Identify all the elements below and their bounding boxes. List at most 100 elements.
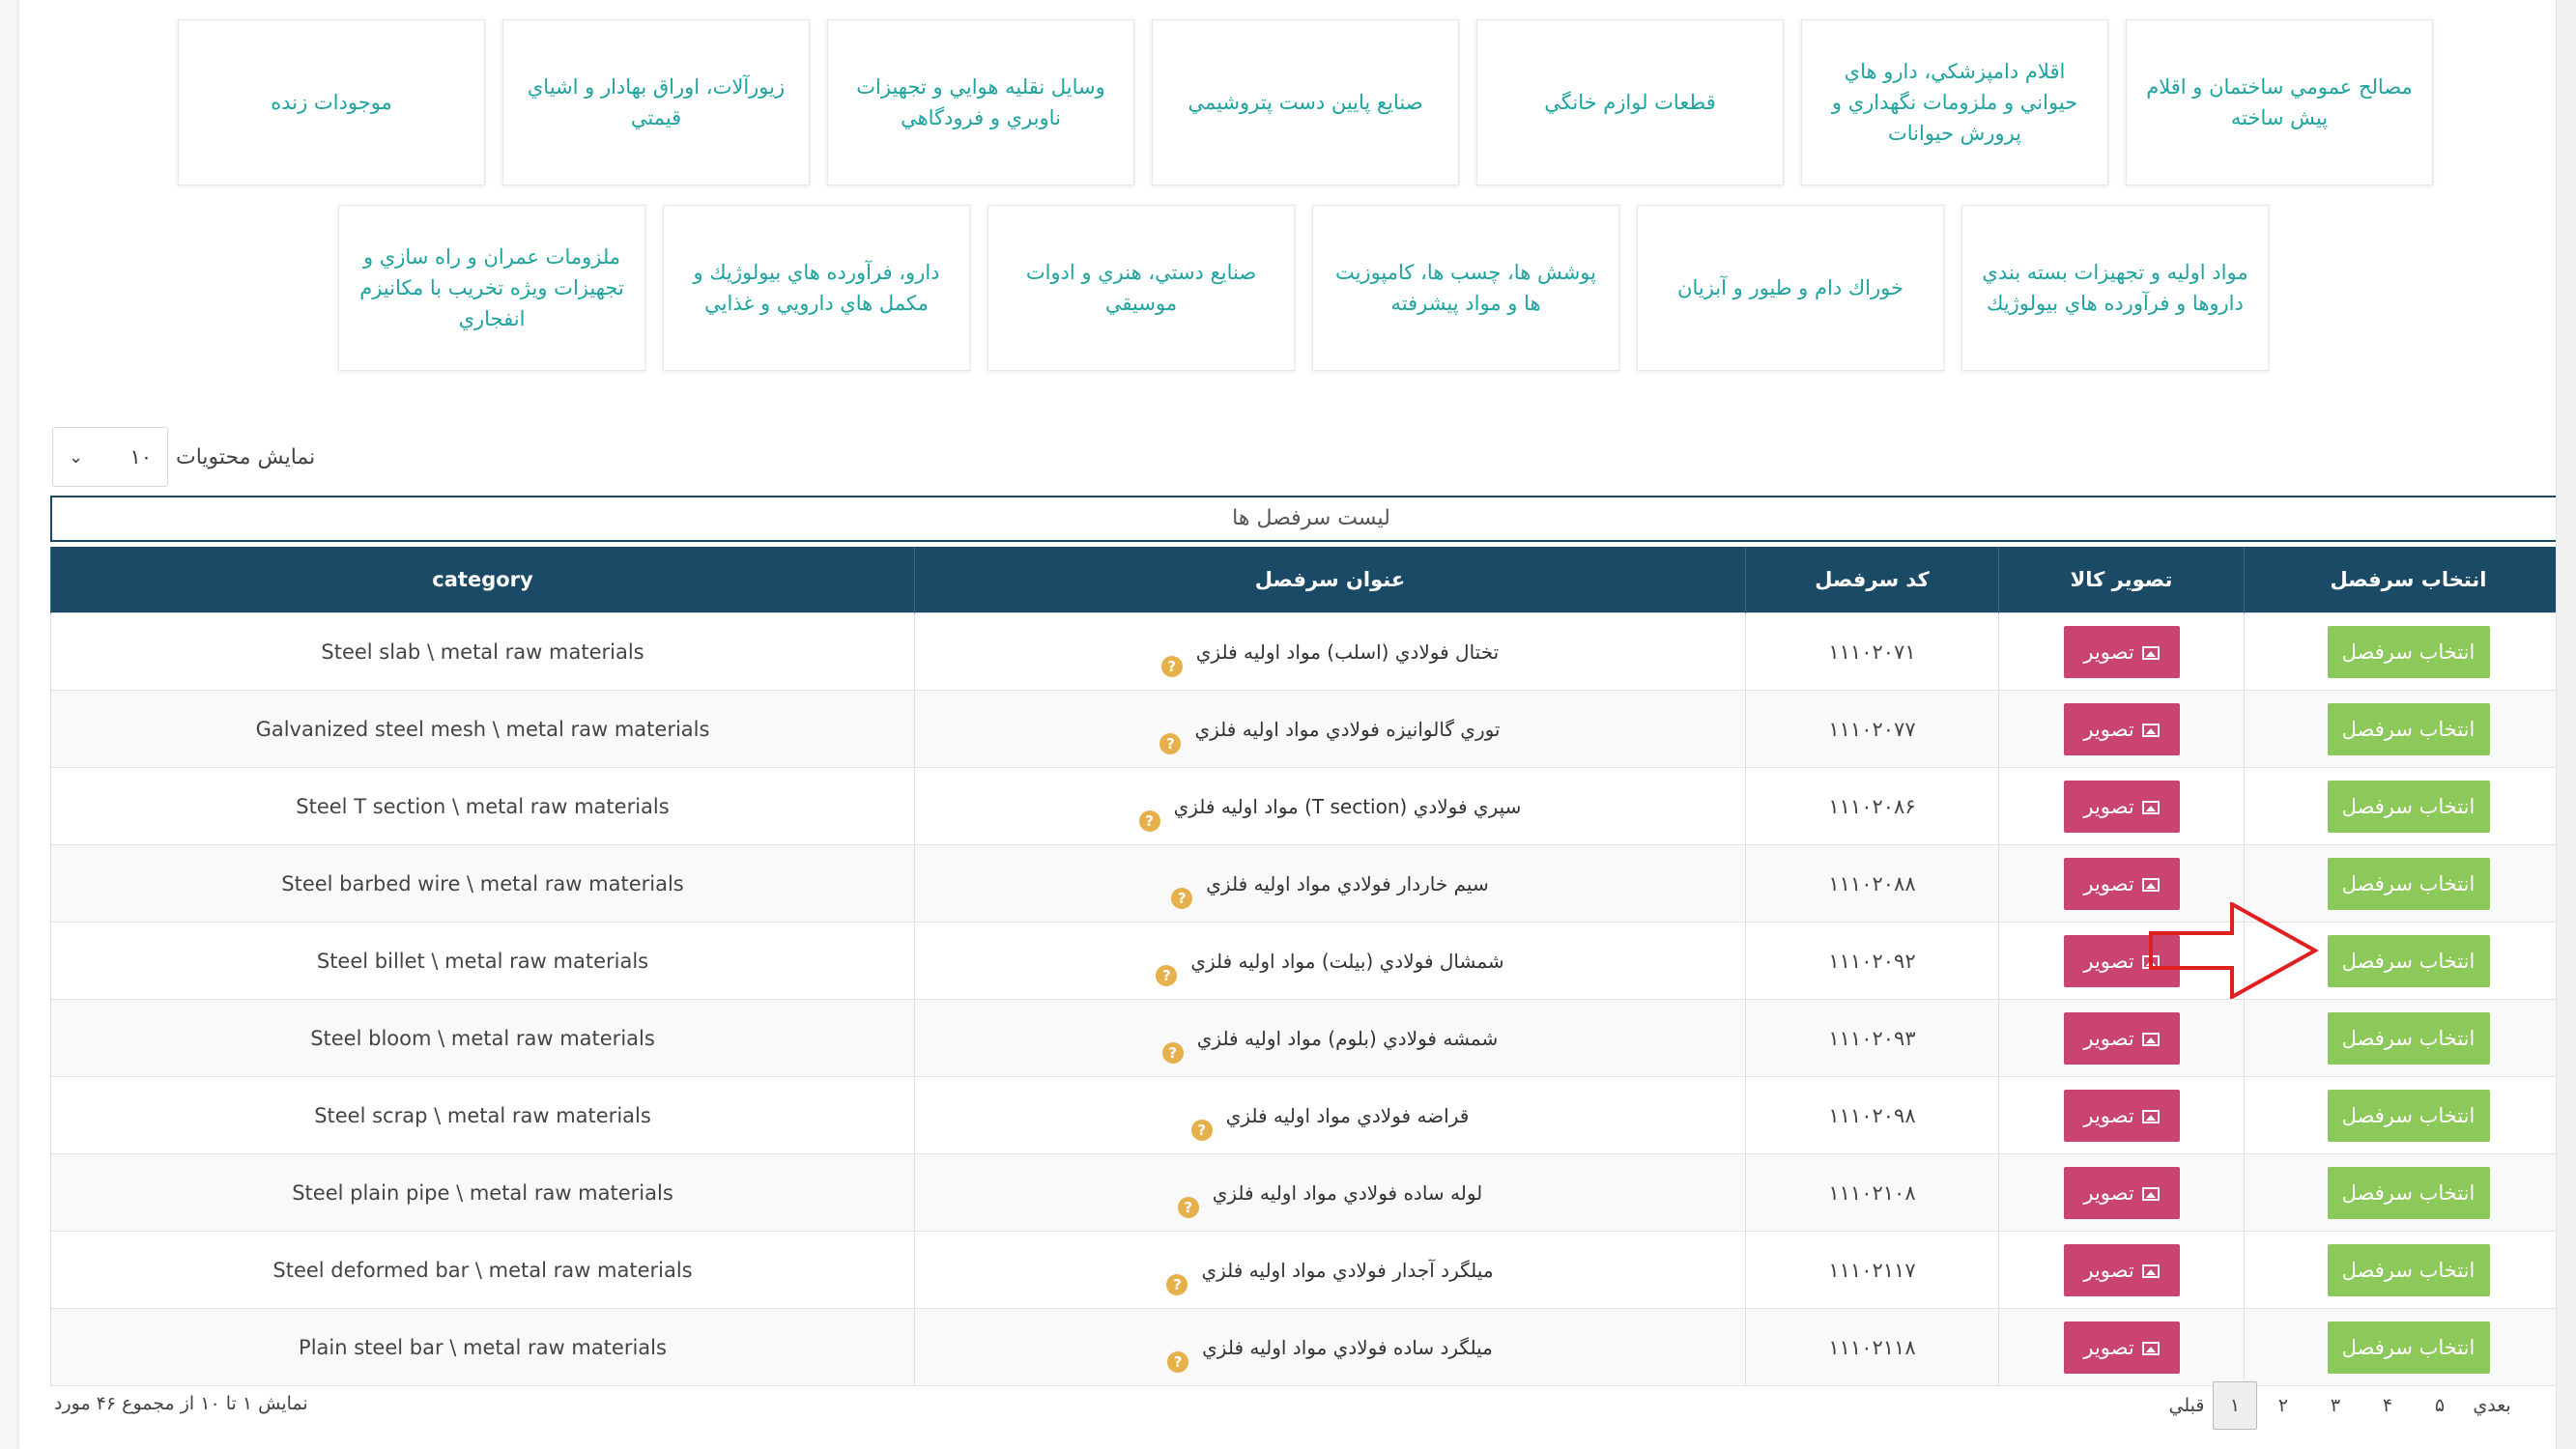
heading-code: ۱۱۱۰۲۰۷۱ (1745, 612, 1999, 691)
select-cell: انتخاب سرفصل (2244, 999, 2573, 1077)
select-heading-button[interactable]: انتخاب سرفصل (2327, 1243, 2490, 1296)
picture-icon (2141, 723, 2160, 737)
category-link[interactable]: موجودات زنده (271, 87, 392, 118)
help-icon[interactable]: ? (1177, 1196, 1199, 1218)
help-icon[interactable]: ? (1159, 732, 1182, 754)
category-link[interactable]: مواد اوليه و تجهيزات بسته بندي داروها و … (1974, 257, 2256, 319)
select-heading-button[interactable]: انتخاب سرفصل (2327, 1166, 2490, 1219)
vertical-scrollbar[interactable] (2556, 0, 2576, 1449)
select-heading-button[interactable]: انتخاب سرفصل (2327, 1321, 2490, 1374)
select-heading-button[interactable]: انتخاب سرفصل (2327, 702, 2490, 755)
heading-title: شمشال فولادي (بيلت) مواد اوليه فلزي (1190, 949, 1504, 973)
category-card[interactable]: قطعات لوازم خانگي (1476, 19, 1784, 185)
image-cell: تصوير (1998, 1153, 2245, 1232)
select-heading-button[interactable]: انتخاب سرفصل (2327, 780, 2490, 833)
heading-code: ۱۱۱۰۲۰۹۸ (1745, 1076, 1999, 1154)
category-card[interactable]: وسايل نقليه هوايي و تجهيزات ناوبري و فرو… (827, 19, 1134, 185)
picture-icon (2141, 1109, 2160, 1123)
help-icon[interactable]: ? (1156, 964, 1178, 986)
picture-icon (2141, 1341, 2160, 1355)
picture-icon (2141, 1264, 2160, 1278)
category-link[interactable]: پوشش ها، چسب ها، كامپوزيت ها و مواد پيشر… (1325, 257, 1607, 319)
category-cell: Steel slab \ metal raw materials (50, 612, 915, 691)
select-cell: انتخاب سرفصل (2244, 1076, 2573, 1154)
product-image-button[interactable]: تصوير (2063, 1089, 2180, 1142)
pagination-page[interactable]: ۴ (2361, 1382, 2414, 1429)
help-icon[interactable]: ? (1167, 1350, 1189, 1373)
heading-code: ۱۱۱۰۲۰۸۶ (1745, 767, 1999, 845)
category-card[interactable]: دارو، فرآورده هاي بيولوژيك و مكمل هاي دا… (663, 205, 970, 371)
category-card[interactable]: مصالح عمومي ساختمان و اقلام پيش ساخته (2126, 19, 2433, 185)
image-cell: تصوير (1998, 999, 2245, 1077)
table-row: انتخاب سرفصل تصوير ۱۱۱۰۲۰۹۸ قراضه فولادي مو… (50, 1076, 2573, 1154)
category-card[interactable]: صنايع دستي، هنري و ادوات موسيقي (987, 205, 1295, 371)
category-link[interactable]: زيورآلات، اوراق بهادار و اشياي قيمتي (515, 71, 797, 133)
product-image-button[interactable]: تصوير (2063, 1166, 2180, 1219)
image-cell: تصوير (1998, 690, 2245, 768)
pagination-previous[interactable]: قبلي (2161, 1382, 2213, 1429)
select-heading-button[interactable]: انتخاب سرفصل (2327, 1089, 2490, 1142)
product-image-label: تصوير (2083, 871, 2134, 895)
category-link[interactable]: خوراك دام و طيور و آبزيان (1677, 272, 1903, 303)
category-cell: Steel T section \ metal raw materials (50, 767, 915, 845)
pagination-page[interactable]: ۳ (2309, 1382, 2361, 1429)
product-image-button[interactable]: تصوير (2063, 1243, 2180, 1296)
pagination-page[interactable]: ۵ (2414, 1382, 2466, 1429)
product-image-label: تصوير (2083, 717, 2134, 741)
header-select: انتخاب سرفصل (2244, 547, 2573, 613)
help-icon[interactable]: ? (1160, 655, 1183, 677)
help-icon[interactable]: ? (1166, 1273, 1188, 1295)
select-heading-button[interactable]: انتخاب سرفصل (2327, 1011, 2490, 1065)
category-card[interactable]: مواد اوليه و تجهيزات بسته بندي داروها و … (1961, 205, 2269, 371)
table-row: انتخاب سرفصل تصوير ۱۱۱۰۲۱۰۸ لوله ساده فولاد… (50, 1153, 2573, 1232)
product-image-label: تصوير (2083, 794, 2134, 818)
category-link[interactable]: اقلام دامپزشكي، دارو هاي حيواني و ملزوما… (1814, 56, 2096, 149)
heading-code: ۱۱۱۰۲۰۹۲ (1745, 922, 1999, 1000)
category-card[interactable]: پوشش ها، چسب ها، كامپوزيت ها و مواد پيشر… (1312, 205, 1619, 371)
category-link[interactable]: ملزومات عمران و راه سازي و تجهيزات ويژه … (351, 242, 633, 334)
category-link[interactable]: دارو، فرآورده هاي بيولوژيك و مكمل هاي دا… (675, 257, 958, 319)
help-icon[interactable]: ? (1190, 1119, 1213, 1141)
select-heading-button[interactable]: انتخاب سرفصل (2327, 857, 2490, 910)
product-image-button[interactable]: تصوير (2063, 625, 2180, 678)
pagination-page[interactable]: ۱ (2213, 1381, 2257, 1430)
product-image-button[interactable]: تصوير (2063, 1321, 2180, 1374)
picture-icon (2141, 1186, 2160, 1201)
category-card[interactable]: موجودات زنده (178, 19, 485, 185)
select-cell: انتخاب سرفصل (2244, 1231, 2573, 1309)
pagination-page[interactable]: ۲ (2257, 1382, 2309, 1429)
category-link[interactable]: مصالح عمومي ساختمان و اقلام پيش ساخته (2138, 71, 2420, 133)
page-length-select[interactable]: ۱۰ ⌄ (52, 427, 168, 487)
category-link[interactable]: قطعات لوازم خانگي (1544, 87, 1715, 118)
product-image-button[interactable]: تصوير (2063, 780, 2180, 833)
help-icon[interactable]: ? (1161, 1041, 1184, 1064)
category-link[interactable]: وسايل نقليه هوايي و تجهيزات ناوبري و فرو… (840, 71, 1122, 133)
category-cell: Steel scrap \ metal raw materials (50, 1076, 915, 1154)
category-link[interactable]: صنايع پايين دست پتروشيمي (1188, 87, 1422, 118)
heading-title: سپري فولادي (T section) مواد اوليه فلزي (1173, 794, 1522, 818)
heading-code: ۱۱۱۰۲۱۱۷ (1745, 1231, 1999, 1309)
select-heading-button[interactable]: انتخاب سرفصل (2327, 625, 2490, 678)
category-row-2: مواد اوليه و تجهيزات بسته بندي داروها و … (338, 205, 2269, 371)
category-link[interactable]: صنايع دستي، هنري و ادوات موسيقي (1000, 257, 1282, 319)
select-cell: انتخاب سرفصل (2244, 612, 2573, 691)
help-icon[interactable]: ? (1138, 810, 1160, 832)
category-row-1: مصالح عمومي ساختمان و اقلام پيش ساخته اقل… (178, 19, 2433, 185)
heading-title-cell: تختال فولادي (اسلب) مواد اوليه فلزي? (914, 612, 1746, 691)
heading-title-cell: لوله ساده فولادي مواد اوليه فلزي? (914, 1153, 1746, 1232)
table-caption: ليست سرفصل ها (50, 496, 2572, 542)
heading-title: توري گالوانيزه فولادي مواد اوليه فلزي (1194, 717, 1501, 741)
category-card[interactable]: اقلام دامپزشكي، دارو هاي حيواني و ملزوما… (1801, 19, 2108, 185)
product-image-button[interactable]: تصوير (2063, 702, 2180, 755)
help-icon[interactable]: ? (1171, 887, 1193, 909)
category-card[interactable]: زيورآلات، اوراق بهادار و اشياي قيمتي (502, 19, 810, 185)
heading-title-cell: شمشال فولادي (بيلت) مواد اوليه فلزي? (914, 922, 1746, 1000)
category-card[interactable]: صنايع پايين دست پتروشيمي (1152, 19, 1459, 185)
heading-title-cell: سيم خاردار فولادي مواد اوليه فلزي? (914, 844, 1746, 923)
select-heading-button[interactable]: انتخاب سرفصل (2327, 934, 2490, 987)
category-card[interactable]: ملزومات عمران و راه سازي و تجهيزات ويژه … (338, 205, 645, 371)
header-code: كد سرفصل (1745, 547, 1999, 613)
pagination-next[interactable]: بعدي (2466, 1382, 2518, 1429)
product-image-button[interactable]: تصوير (2063, 1011, 2180, 1065)
category-card[interactable]: خوراك دام و طيور و آبزيان (1637, 205, 1944, 371)
